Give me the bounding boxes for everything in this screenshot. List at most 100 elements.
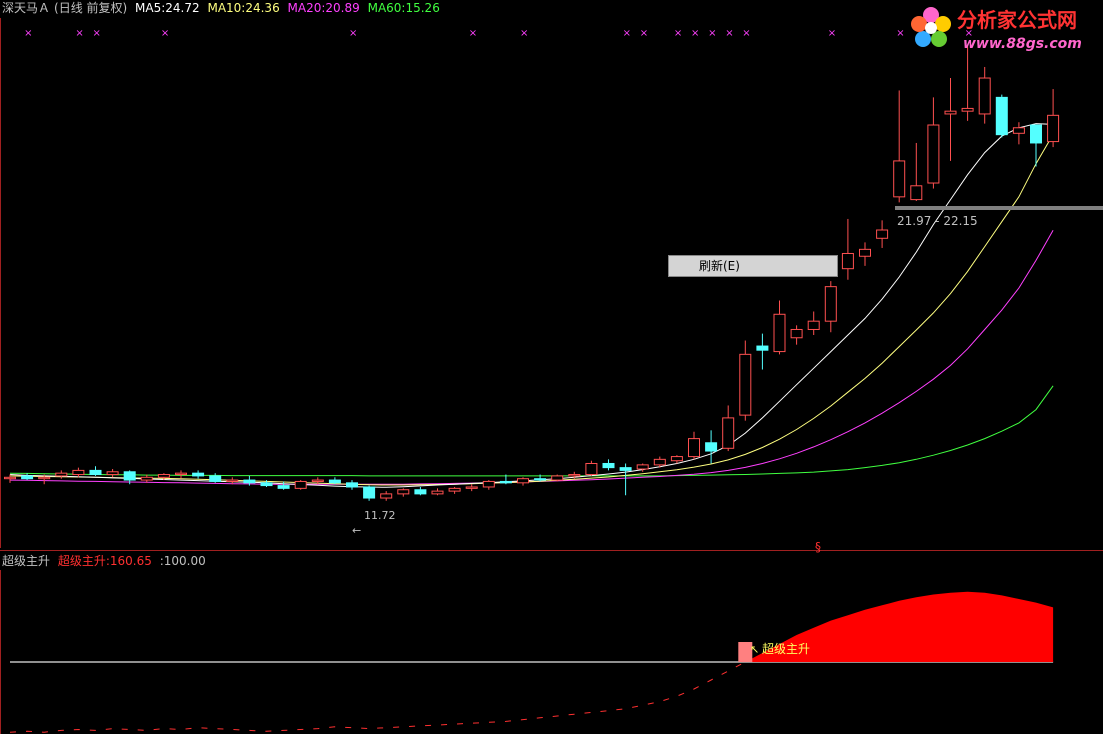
candle-up — [551, 475, 564, 481]
top-marker: × — [623, 28, 631, 39]
ma20-line — [9, 230, 1054, 485]
candle-down — [123, 471, 136, 481]
watermark-url: www.88gs.com — [963, 36, 1082, 52]
signal-arrow: ↖ — [750, 643, 759, 656]
flower-icon — [911, 7, 951, 47]
crosshair-bar — [895, 206, 1103, 210]
candle-up — [448, 487, 461, 492]
candle-up — [380, 493, 393, 499]
indicator-line-label: 超级主升: — [57, 554, 110, 568]
candle-up — [961, 107, 974, 112]
ma10-value: 24.36 — [245, 1, 280, 15]
candle-up — [482, 480, 495, 488]
candle-down — [328, 479, 341, 484]
low-price-arrow: ← — [352, 524, 361, 537]
ma10-label: MA10: — [207, 1, 246, 15]
indicator-header: 超级主升 超级主升:160.65 :100.00 — [2, 553, 210, 569]
ma5-value: 24.72 — [165, 1, 200, 15]
candle-up — [893, 160, 906, 198]
candle-down — [499, 480, 512, 484]
candle-down — [705, 442, 718, 452]
candle-down — [619, 467, 632, 471]
candle-down — [209, 475, 222, 482]
candle-up — [175, 472, 187, 476]
indicator-name[interactable]: 超级主升 — [2, 554, 50, 568]
crosshair-range-label: 21.97 - 22.15 — [897, 214, 978, 228]
candle-up — [465, 486, 478, 489]
candle-up — [910, 185, 923, 201]
candle-up — [517, 478, 529, 484]
candle-up — [1047, 114, 1060, 143]
top-marker: × — [691, 28, 699, 39]
ma60-value: 15.26 — [405, 1, 440, 15]
candle-up — [55, 472, 68, 477]
candle-up — [226, 479, 239, 482]
top-marker: × — [708, 28, 716, 39]
indicator-line-value: 160.65 — [109, 554, 152, 568]
watermark-logo: 分析家公式网 www.88gs.com — [911, 7, 1082, 52]
candle-up — [978, 77, 991, 115]
menu-item-refresh[interactable]: 刷新(E) — [669, 256, 837, 276]
stock-chart[interactable]: × × × × × × × × × × × × × × × × × 21.97 - 22.15 11.72 ← … — [0, 0, 1103, 734]
candle-down — [89, 469, 102, 476]
ma20-label: MA20: — [287, 1, 326, 15]
candle-up — [773, 313, 786, 353]
candle-up — [1012, 127, 1025, 134]
candle-down — [602, 462, 615, 469]
candle-down — [243, 479, 256, 484]
watermark-title: 分析家公式网 — [957, 8, 1077, 32]
candle-down — [756, 345, 769, 351]
candle-up — [944, 110, 957, 115]
top-marker: × — [349, 28, 357, 39]
candle-down — [346, 482, 358, 488]
candle-up — [72, 469, 85, 476]
ma60-line — [9, 385, 1054, 477]
candle-up — [431, 490, 444, 495]
candle-down — [534, 478, 547, 481]
top-marker: × — [640, 28, 648, 39]
candle-up — [38, 476, 51, 480]
candle-down — [414, 489, 427, 495]
candle-down — [21, 475, 34, 480]
main-header: 深天马Ａ (日线 前复权) MA5:24.72 MA10:24.36 MA20:2… — [2, 0, 444, 16]
top-marker: × — [520, 28, 528, 39]
candle-up — [568, 474, 581, 477]
top-marker: × — [93, 28, 101, 39]
ma20-value: 20.89 — [325, 1, 360, 15]
candle-up — [722, 417, 735, 449]
candle-up — [739, 353, 752, 416]
indicator-pane — [9, 591, 1054, 733]
candle-up — [140, 476, 153, 481]
top-marker: × — [742, 28, 750, 39]
candle-up — [790, 328, 803, 339]
ma60-label: MA60: — [367, 1, 406, 15]
candle-up — [653, 458, 666, 466]
candle-up — [824, 286, 837, 322]
candle-down — [192, 472, 205, 477]
candle-up — [927, 124, 940, 184]
top-marker: × — [725, 28, 733, 39]
top-markers: × × × × × × × × × × × × × × × × × — [24, 28, 973, 39]
ma5-label: MA5: — [135, 1, 166, 15]
candle-down — [277, 485, 290, 489]
candle-up — [294, 480, 307, 489]
top-marker: × — [828, 28, 836, 39]
candles — [4, 44, 1060, 501]
candle-up — [636, 464, 649, 470]
stock-name[interactable]: 深天马Ａ — [2, 1, 50, 15]
indicator-line — [9, 661, 746, 733]
candle-up — [859, 248, 871, 257]
top-marker: × — [75, 28, 83, 39]
candle-up — [876, 229, 889, 239]
top-marker: × — [24, 28, 32, 39]
candle-up — [841, 252, 854, 270]
signal-marker: § — [815, 540, 821, 554]
signal-label: 超级主升 — [762, 641, 810, 656]
indicator-ref-value: 100.00 — [163, 554, 206, 568]
candle-up — [585, 462, 598, 476]
top-marker: × — [161, 28, 169, 39]
candle-down — [1030, 124, 1042, 144]
top-marker: × — [896, 28, 904, 39]
period-label: (日线 前复权) — [54, 1, 128, 15]
candle-down — [995, 96, 1008, 136]
